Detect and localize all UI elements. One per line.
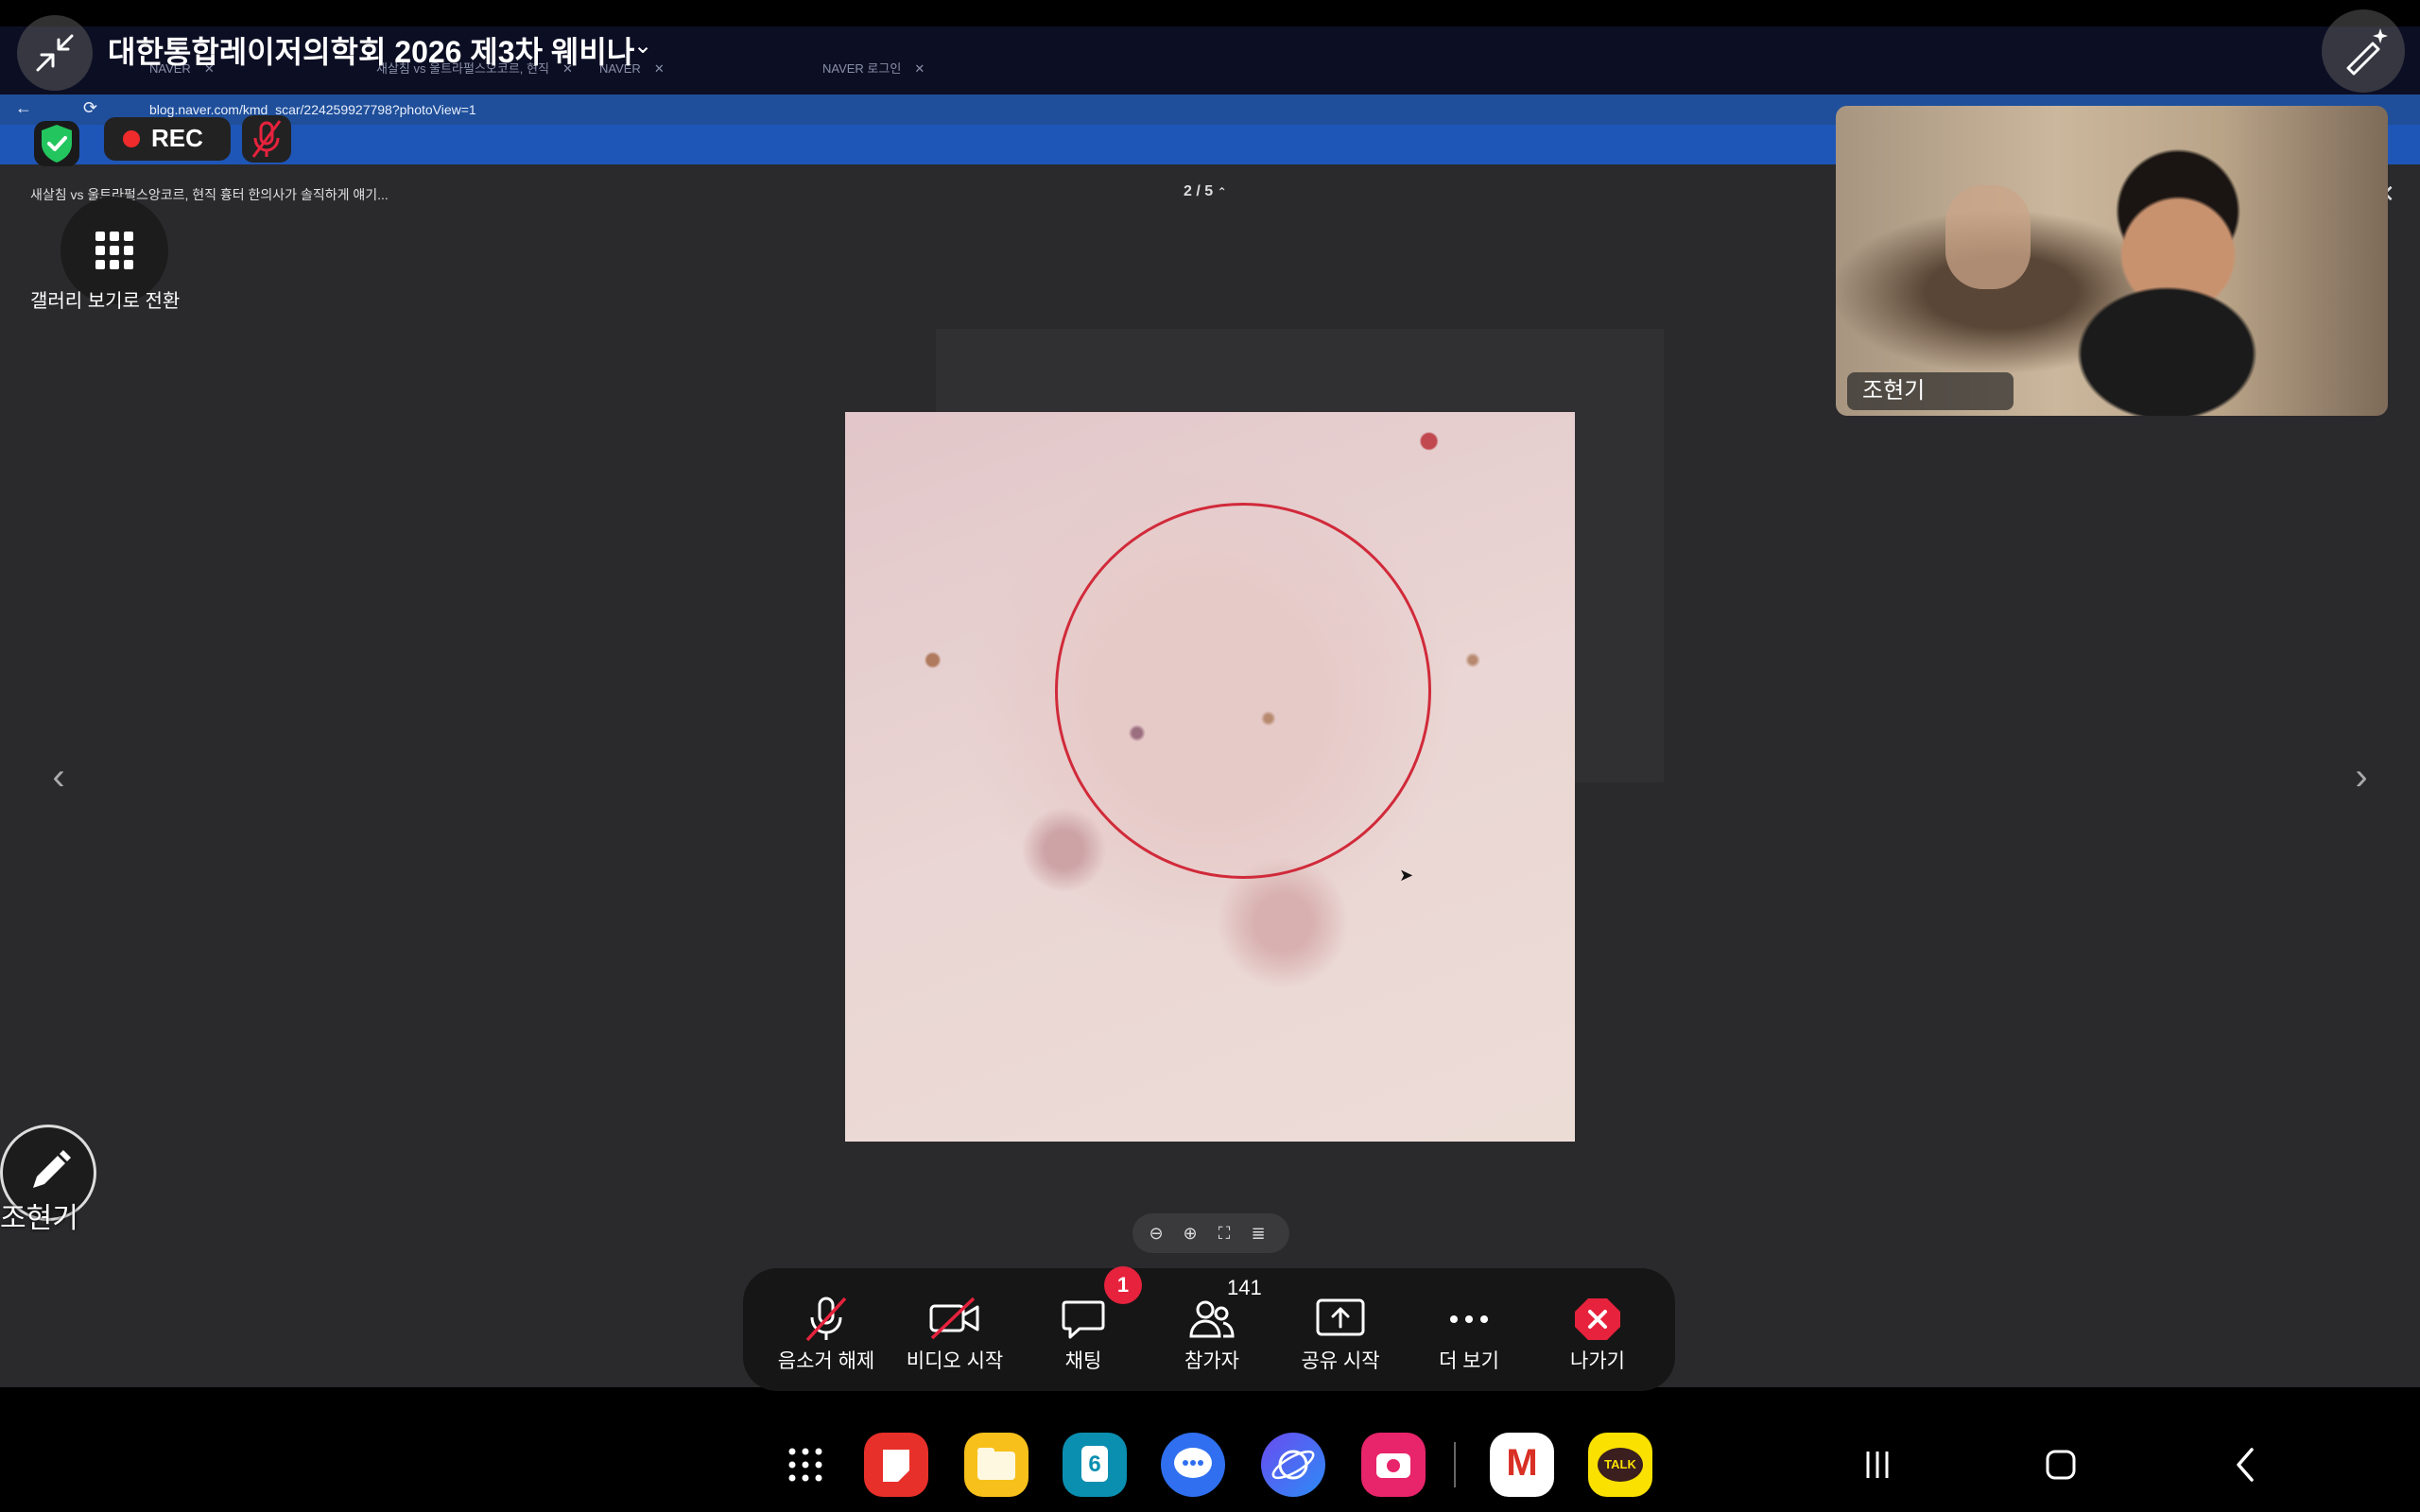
gmail-icon: M — [1506, 1442, 1538, 1484]
minimize-icon — [36, 34, 74, 72]
folder-icon — [977, 1448, 1015, 1480]
url-text: blog.naver.com/kmd_scar/224259927798?pho… — [149, 102, 476, 117]
unmute-label: 음소거 해제 — [777, 1350, 875, 1372]
back-icon — [2237, 1448, 2254, 1482]
chat-label: 채팅 — [1064, 1350, 1102, 1372]
speaker-video-tile[interactable] — [1836, 106, 2388, 416]
fullscreen-icon[interactable]: ⛶ — [1212, 1221, 1236, 1246]
speaker-name-label: 조현기 — [1847, 372, 2014, 410]
recent-apps-button[interactable] — [1849, 1436, 1906, 1493]
apps-grid-icon — [788, 1448, 822, 1482]
message-icon — [1174, 1448, 1212, 1478]
security-shield-icon[interactable] — [34, 121, 79, 166]
app-notes[interactable] — [864, 1433, 928, 1497]
rec-label: REC — [151, 124, 203, 152]
reload-icon[interactable]: ⟳ — [83, 98, 97, 118]
app-camera[interactable] — [1361, 1433, 1426, 1497]
mouse-cursor-icon: ➤ — [1399, 866, 1414, 885]
back-icon[interactable]: ← — [15, 98, 32, 118]
talk-icon: TALK — [1598, 1448, 1643, 1482]
mic-off-indicator[interactable] — [242, 115, 291, 163]
recents-icon — [1866, 1452, 1889, 1478]
home-button[interactable] — [2032, 1436, 2089, 1493]
chat-unread-badge: 1 — [1104, 1266, 1142, 1304]
calendar-day: 6 — [1081, 1446, 1108, 1482]
home-icon — [2046, 1450, 2076, 1480]
browser-planet-icon — [1271, 1450, 1315, 1480]
mic-off-icon — [805, 1297, 847, 1342]
minimize-button[interactable] — [17, 15, 93, 91]
next-photo-button[interactable]: › — [2342, 748, 2380, 805]
annotator-name: 조현기 — [0, 1203, 78, 1234]
leave-button[interactable]: 나가기 — [1533, 1268, 1662, 1391]
leave-label: 나가기 — [1570, 1350, 1625, 1372]
mic-off-icon — [251, 120, 282, 158]
start-video-label: 비디오 시작 — [906, 1350, 1004, 1372]
meeting-toolbar: 음소거 해제 비디오 시작 채팅 참가자 공유 시작 더 보기 나가기 — [743, 1268, 1675, 1391]
more-label: 더 보기 — [1439, 1350, 1499, 1372]
share-label: 공유 시작 — [1301, 1350, 1380, 1372]
browser-tab[interactable]: NAVER 로그인 ✕ — [822, 55, 925, 83]
chat-icon — [1062, 1300, 1105, 1339]
share-icon — [1316, 1298, 1365, 1336]
list-icon[interactable]: ≣ — [1246, 1221, 1270, 1246]
app-kakaotalk[interactable]: TALK — [1588, 1433, 1652, 1497]
more-icon — [1450, 1315, 1488, 1323]
video-off-icon — [929, 1297, 979, 1340]
share-screen-button[interactable]: 공유 시작 — [1276, 1268, 1405, 1391]
app-calendar[interactable]: 6 — [1063, 1433, 1127, 1497]
image-zoom-toolbar: ⊖ ⊕ ⛶ ≣ — [1132, 1213, 1289, 1253]
back-button[interactable] — [2218, 1436, 2274, 1493]
app-gmail[interactable]: M — [1490, 1433, 1554, 1497]
start-video-button[interactable]: 비디오 시작 — [890, 1268, 1019, 1391]
gallery-view-label: 갤러리 보기로 전환 — [30, 291, 181, 312]
magic-pen-icon — [2346, 28, 2388, 76]
annotate-button[interactable] — [2322, 9, 2405, 93]
unmute-button[interactable]: 음소거 해제 — [762, 1268, 890, 1391]
shield-icon — [42, 125, 72, 163]
top-strip — [0, 0, 2420, 26]
leave-icon — [1575, 1298, 1620, 1340]
participants-label: 참가자 — [1184, 1350, 1239, 1372]
participant-count: 141 — [1227, 1276, 1262, 1299]
app-files[interactable] — [964, 1433, 1028, 1497]
app-drawer-button[interactable] — [773, 1433, 838, 1497]
app-internet[interactable] — [1261, 1433, 1325, 1497]
participants-icon — [1189, 1300, 1235, 1338]
record-dot-icon — [123, 130, 140, 147]
zoom-out-icon[interactable]: ⊖ — [1144, 1221, 1168, 1246]
zoom-in-icon[interactable]: ⊕ — [1178, 1221, 1202, 1246]
more-button[interactable]: 더 보기 — [1405, 1268, 1533, 1391]
app-messages[interactable] — [1161, 1433, 1225, 1497]
photo-highlight-circle — [1055, 503, 1431, 879]
previous-photo-button[interactable]: ‹ — [40, 748, 78, 805]
speaker-hand — [1945, 185, 2031, 289]
chevron-down-icon[interactable]: ⌄ — [633, 32, 652, 60]
meeting-title[interactable]: 대한통합레이저의학회 2026 제3차 웨비나 — [108, 28, 634, 72]
camera-icon — [1376, 1453, 1410, 1478]
photo-counter: 2 / 5 ⌃ — [1184, 183, 1227, 199]
notes-icon — [883, 1450, 909, 1482]
dock-divider — [1454, 1442, 1456, 1487]
